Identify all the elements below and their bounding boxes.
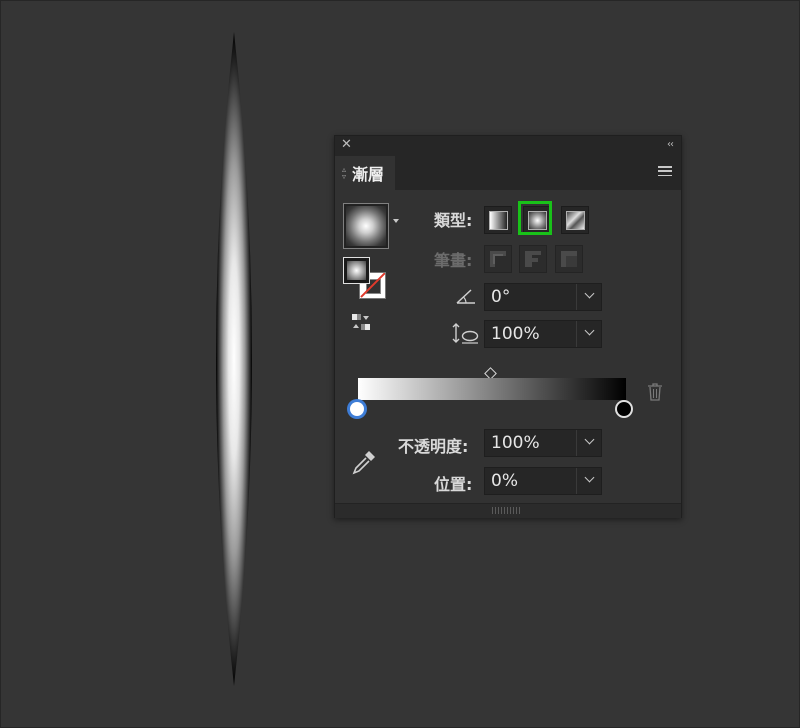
panel-tab-row: ▵ ▿ 漸層 (335, 154, 681, 190)
chevron-down-icon[interactable] (584, 472, 595, 483)
tab-gradient[interactable]: ▵ ▿ 漸層 (335, 156, 395, 190)
chevron-down-icon[interactable] (584, 325, 595, 336)
chevron-down-icon[interactable] (584, 434, 595, 445)
hamburger-menu-icon[interactable] (658, 166, 672, 177)
location-label: 位置: (434, 475, 473, 494)
close-icon[interactable]: ✕ (341, 137, 352, 153)
opacity-label: 不透明度: (398, 437, 469, 456)
aspect-ratio-icon (452, 323, 479, 344)
eyedropper-icon[interactable] (350, 448, 378, 476)
stroke-within-button[interactable] (484, 245, 512, 273)
angle-dropdown[interactable]: 0° (484, 283, 602, 311)
collapse-arrows-icon[interactable]: ‹‹ (667, 137, 674, 153)
aspect-ratio-dropdown[interactable]: 100% (484, 320, 602, 348)
aspect-ratio-value: 100% (491, 324, 540, 344)
fill-swatch[interactable] (343, 257, 370, 284)
stroke-label: 筆畫: (434, 251, 473, 270)
gradient-panel: ✕ ‹‹ ▵ ▿ 漸層 類型: 筆畫: 0° 100% 不透明度: 100% 位… (334, 135, 682, 518)
gradient-slider-bar[interactable] (358, 378, 626, 400)
tab-expand-icon[interactable]: ▵ ▿ (342, 166, 346, 181)
location-dropdown[interactable]: 0% (484, 467, 602, 495)
gradient-stop-black[interactable] (615, 400, 633, 418)
stroke-across-icon (561, 251, 577, 267)
tab-gradient-label: 漸層 (352, 165, 385, 184)
freeform-gradient-button[interactable] (561, 206, 589, 234)
location-value: 0% (491, 471, 518, 491)
panel-resize-grip[interactable] (335, 503, 681, 518)
stroke-along-button[interactable] (519, 245, 547, 273)
angle-value: 0° (491, 287, 511, 307)
stroke-along-icon (525, 251, 541, 267)
angle-icon (456, 289, 475, 304)
radial-gradient-button[interactable] (518, 201, 552, 235)
stroke-across-button[interactable] (555, 245, 583, 273)
type-label: 類型: (434, 211, 473, 230)
opacity-dropdown[interactable]: 100% (484, 429, 602, 457)
gradient-preview-swatch[interactable] (343, 203, 389, 249)
gradient-stop-white[interactable] (347, 399, 367, 419)
trash-icon[interactable] (647, 383, 663, 401)
panel-titlebar[interactable]: ✕ ‹‹ (335, 136, 681, 154)
linear-gradient-button[interactable] (484, 206, 512, 234)
chevron-down-icon[interactable] (584, 288, 595, 299)
stroke-within-icon (490, 251, 506, 267)
opacity-value: 100% (491, 433, 540, 453)
chevron-down-icon[interactable] (393, 219, 399, 223)
reverse-gradient-icon[interactable] (349, 313, 373, 335)
